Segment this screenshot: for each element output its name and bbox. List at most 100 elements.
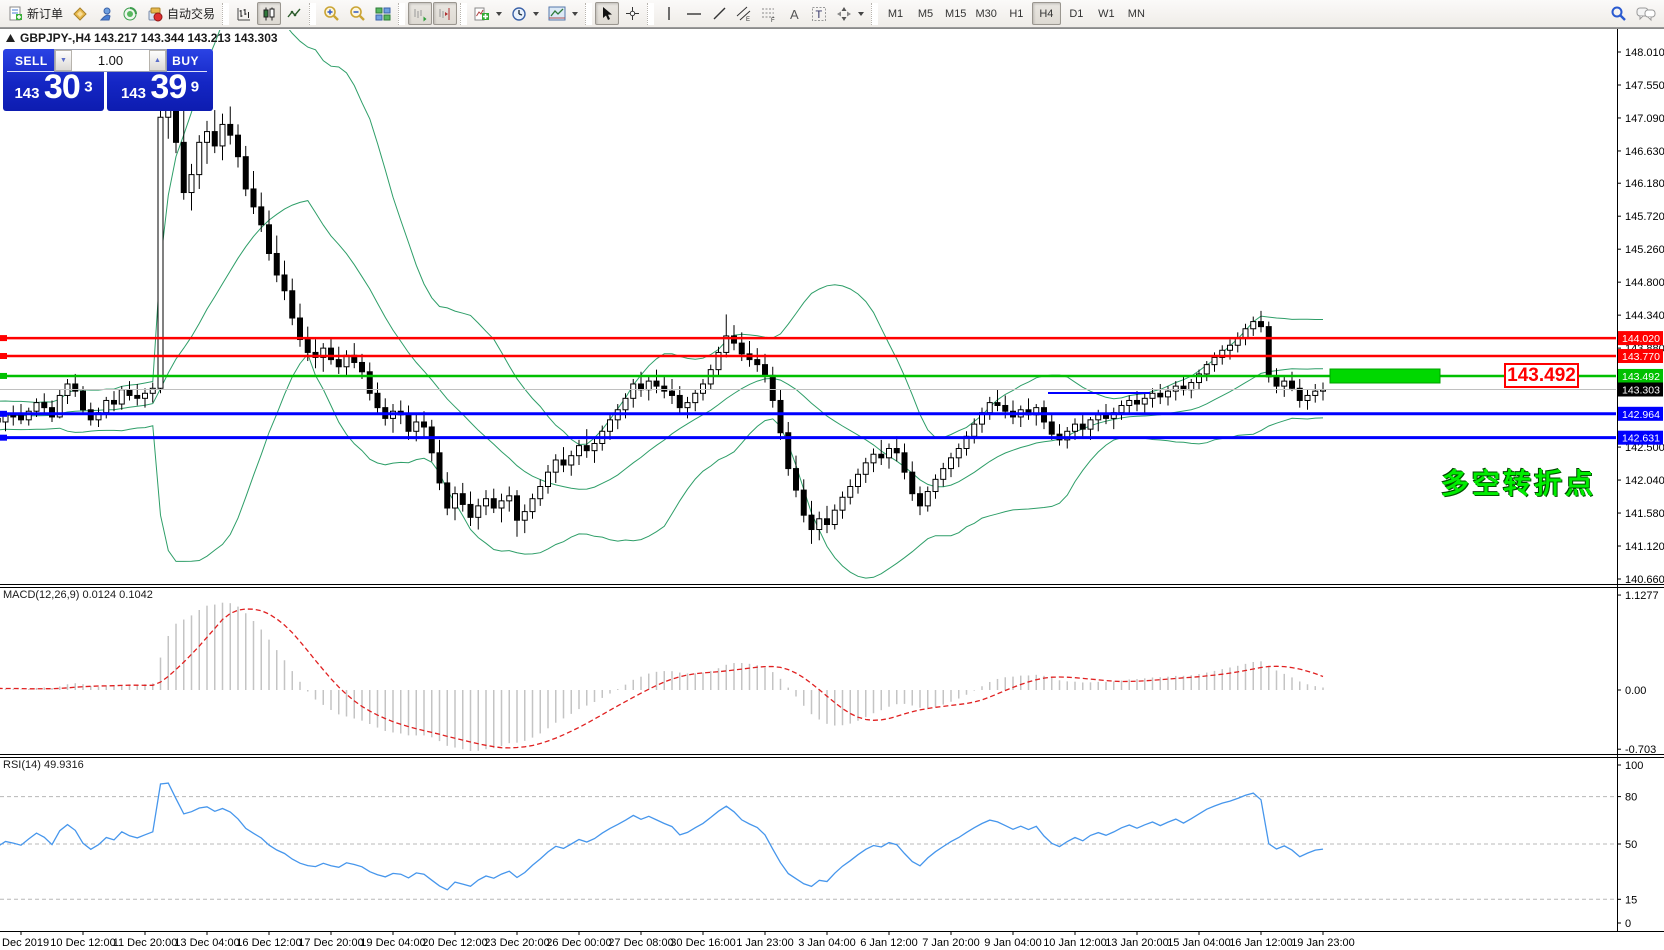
data-window-button[interactable] [93, 2, 117, 25]
candlestick-chart-button[interactable] [257, 2, 281, 25]
svg-text:1.1277: 1.1277 [1625, 590, 1659, 602]
timeframe-m1-button[interactable]: M1 [881, 2, 910, 25]
fibonacci-button[interactable]: F [757, 2, 781, 25]
zoom-in-icon [323, 5, 340, 22]
svg-text:142.631: 142.631 [1622, 433, 1660, 445]
timeframe-m15-button[interactable]: M15 [941, 2, 970, 25]
new-order-icon [8, 6, 23, 21]
trendline-button[interactable] [707, 2, 731, 25]
svg-text:143.303: 143.303 [1622, 384, 1660, 396]
templates-button[interactable] [544, 2, 582, 25]
svg-text:50: 50 [1625, 839, 1637, 851]
collapse-panel-icon[interactable] [6, 34, 15, 42]
level-anchor [0, 353, 7, 359]
svg-text:6 Jan 12:00: 6 Jan 12:00 [860, 937, 918, 949]
svg-text:144.020: 144.020 [1622, 333, 1660, 345]
level-anchor [0, 411, 7, 417]
svg-text:146.630: 146.630 [1625, 146, 1664, 158]
level-anchor [0, 435, 7, 441]
timeframe-h1-button[interactable]: H1 [1002, 2, 1031, 25]
svg-text:144.800: 144.800 [1625, 277, 1664, 289]
timeframe-d1-button[interactable]: D1 [1062, 2, 1091, 25]
svg-text:10 Dec 12:00: 10 Dec 12:00 [50, 937, 115, 949]
volume-increase-button[interactable]: ▲ [149, 50, 166, 71]
new-order-button[interactable]: 新订单 [4, 2, 67, 25]
toolbar-separator [460, 3, 467, 25]
sell-price-pip: 3 [84, 79, 92, 96]
periods-button[interactable] [507, 2, 543, 25]
templates-icon [548, 6, 566, 21]
sell-price-big: 30 [44, 68, 80, 106]
chat-button[interactable] [1632, 2, 1660, 25]
crosshair-button[interactable] [620, 2, 644, 25]
svg-text:T: T [816, 9, 823, 21]
svg-text:F: F [771, 18, 775, 22]
volume-input[interactable] [72, 50, 149, 71]
auto-trading-label: 自动交易 [167, 5, 215, 22]
vertical-line-icon [663, 6, 675, 21]
timeframe-w1-button[interactable]: W1 [1092, 2, 1121, 25]
timeframe-h4-button[interactable]: H4 [1032, 2, 1061, 25]
tile-windows-button[interactable] [371, 2, 395, 25]
fibonacci-icon: F [761, 6, 777, 22]
svg-text:9 Jan 04:00: 9 Jan 04:00 [984, 937, 1042, 949]
svg-text:142.964: 142.964 [1622, 409, 1660, 421]
navigator-button[interactable] [118, 2, 142, 25]
auto-trading-button[interactable]: 自动交易 [143, 2, 219, 25]
date-axis[interactable]: 9 Dec 201910 Dec 12:0011 Dec 20:0013 Dec… [0, 931, 1355, 949]
text-label-button[interactable]: T [807, 2, 831, 25]
chart-shift-button[interactable] [433, 2, 457, 25]
auto-trading-icon [147, 6, 163, 22]
svg-text:17 Dec 20:00: 17 Dec 20:00 [298, 937, 363, 949]
chart-header: GBPJPY-,H4 143.217 143.344 143.213 143.3… [6, 31, 278, 45]
svg-text:E: E [746, 17, 750, 22]
timeframe-mn-button[interactable]: MN [1122, 2, 1151, 25]
svg-text:15: 15 [1625, 894, 1637, 906]
line-chart-button[interactable] [282, 2, 306, 25]
bar-chart-button[interactable] [232, 2, 256, 25]
svg-text:16 Jan 12:00: 16 Jan 12:00 [1229, 937, 1293, 949]
macd-label: MACD(12,26,9) 0.0124 0.1042 [3, 589, 153, 601]
zoom-out-button[interactable] [345, 2, 370, 25]
bar-chart-icon [236, 6, 252, 22]
main-toolbar: 新订单 自动交易 [0, 0, 1664, 28]
volume-spinner: ▼ ▲ [54, 49, 167, 72]
svg-text:143.770: 143.770 [1622, 351, 1660, 363]
line-chart-icon [286, 6, 302, 22]
equidistant-channel-button[interactable]: E [732, 2, 756, 25]
mt4-window: 新订单 自动交易 [0, 0, 1664, 950]
vertical-line-button[interactable] [657, 2, 681, 25]
auto-scroll-button[interactable] [408, 2, 432, 25]
data-window-icon [97, 6, 113, 22]
dropdown-caret-icon [572, 12, 578, 16]
toolbar-separator [398, 3, 405, 25]
buy-price[interactable]: 143 39 9 [107, 68, 213, 107]
price-callout-box[interactable]: 143.492 [1504, 363, 1579, 388]
buy-price-prefix: 143 [121, 85, 146, 102]
search-button[interactable] [1606, 2, 1631, 25]
price-chart-canvas[interactable]: 148.010147.550147.090146.630146.180145.7… [0, 0, 1664, 950]
dropdown-caret-icon [858, 12, 864, 16]
svg-text:20 Dec 12:00: 20 Dec 12:00 [422, 937, 487, 949]
horizontal-line-button[interactable] [682, 2, 706, 25]
cursor-button[interactable] [595, 2, 619, 25]
svg-text:147.550: 147.550 [1625, 80, 1664, 92]
svg-text:9 Dec 2019: 9 Dec 2019 [0, 937, 49, 949]
level-anchor [0, 335, 7, 341]
svg-text:10 Jan 12:00: 10 Jan 12:00 [1043, 937, 1107, 949]
triangle-up-icon: ▲ [154, 57, 161, 64]
timeframe-m5-button[interactable]: M5 [911, 2, 940, 25]
svg-text:13 Jan 20:00: 13 Jan 20:00 [1105, 937, 1169, 949]
zoom-in-button[interactable] [319, 2, 344, 25]
sell-price[interactable]: 143 30 3 [3, 68, 104, 107]
arrows-button[interactable] [832, 2, 868, 25]
text-button[interactable]: A [782, 2, 806, 25]
timeframe-m30-button[interactable]: M30 [971, 2, 1000, 25]
green-highlight-rect[interactable] [1330, 369, 1440, 383]
horizontal-line-icon [686, 7, 702, 21]
svg-text:15 Jan 04:00: 15 Jan 04:00 [1167, 937, 1231, 949]
market-watch-button[interactable] [68, 2, 92, 25]
volume-decrease-button[interactable]: ▼ [55, 50, 72, 71]
toolbar-separator [222, 3, 229, 25]
indicators-button[interactable] [470, 2, 506, 25]
